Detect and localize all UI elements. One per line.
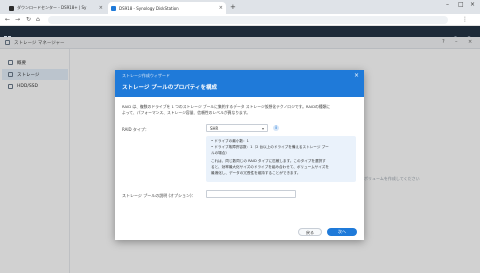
- raid-description: RAID は、複数のドライブを 1 つのストレージ プールに集約するデータ スト…: [122, 104, 358, 116]
- pool-description-label: ストレージ プールの説明 (オプション)：: [122, 193, 196, 198]
- synology-favicon: [9, 5, 14, 11]
- window-close-icon[interactable]: ×: [470, 1, 475, 8]
- close-icon[interactable]: ×: [219, 5, 223, 11]
- info-line: • ドライブ故障許容数：1（2 台以上のドライブを備えるストレージ プー: [211, 145, 329, 149]
- info-line: これは、同じ数同じの RAID タイプに匹敵します。このタイプを選択す: [211, 159, 326, 163]
- dialog-close-icon[interactable]: ×: [354, 72, 359, 79]
- browser-tab-download-center[interactable]: ダウンロードセンター - DS918+ | Sy ×: [6, 2, 106, 14]
- info-icon[interactable]: i: [273, 125, 279, 131]
- raid-type-select[interactable]: SHR ▾: [206, 124, 268, 132]
- pool-description-input[interactable]: [206, 190, 296, 198]
- home-icon[interactable]: ⌂: [36, 16, 40, 24]
- search-icon[interactable]: [466, 28, 473, 43]
- tab-label: ダウンロードセンター - DS918+ | Sy: [17, 5, 87, 10]
- back-arrow-icon[interactable]: ←: [5, 16, 10, 24]
- screen: ダウンロードセンター - DS918+ | Sy × DS918 - Synol…: [0, 0, 480, 273]
- raid-info-box: • ドライブの最小数：1 • ドライブ故障許容数：1（2 台以上のドライブを備え…: [206, 136, 356, 182]
- chevron-down-icon: ▾: [261, 126, 264, 131]
- new-tab-button[interactable]: +: [230, 3, 236, 11]
- raid-type-value: SHR: [210, 126, 219, 131]
- info-line: ると、効率最大化サイズのドライブを組み合わせて、ボリュームサイズを: [211, 165, 329, 169]
- info-line: • ドライブの最小数：1: [211, 139, 249, 143]
- description-line: よって、パフォーマンス、ストレージ容量、信頼性のレベルが異なります。: [122, 110, 251, 115]
- back-button[interactable]: 戻る: [298, 228, 322, 236]
- dsm-taskbar: [0, 26, 480, 43]
- main-menu-icon[interactable]: [4, 28, 11, 43]
- user-icon[interactable]: [452, 28, 459, 43]
- dialog-title: ストレージ プールのプロパティを構成: [122, 85, 217, 91]
- browser-tab-bar: ダウンロードセンター - DS918+ | Sy × DS918 - Synol…: [0, 0, 480, 14]
- info-line: ルの場合）: [211, 151, 229, 155]
- maximize-icon[interactable]: □: [458, 1, 464, 8]
- reload-icon[interactable]: ↻: [26, 16, 31, 24]
- next-button[interactable]: 次へ: [327, 228, 357, 236]
- address-bar[interactable]: [48, 16, 448, 24]
- minimize-icon[interactable]: –: [446, 1, 449, 8]
- wizard-label: ストレージ作成ウィザード: [122, 73, 170, 78]
- browser-tab-diskstation[interactable]: DS918 - Synology DiskStation ×: [108, 2, 226, 14]
- browser-toolbar: ← → ↻ ⌂ ⋮: [0, 14, 480, 26]
- storage-wizard-dialog: ストレージ作成ウィザード × ストレージ プールのプロパティを構成 RAID は…: [115, 70, 364, 240]
- browser-menu-icon[interactable]: ⋮: [462, 16, 468, 24]
- storage-manager-task-icon[interactable]: [17, 28, 24, 42]
- close-icon[interactable]: ×: [99, 5, 103, 11]
- dsm-favicon: [111, 5, 116, 11]
- raid-type-label: RAID タイプ：: [122, 127, 149, 132]
- info-line: 最適化し、データの冗長性を維持することができます。: [211, 171, 301, 175]
- tab-label: DS918 - Synology DiskStation: [119, 5, 179, 11]
- forward-arrow-icon[interactable]: →: [15, 16, 20, 24]
- dialog-header: ストレージ作成ウィザード × ストレージ プールのプロパティを構成: [115, 70, 364, 97]
